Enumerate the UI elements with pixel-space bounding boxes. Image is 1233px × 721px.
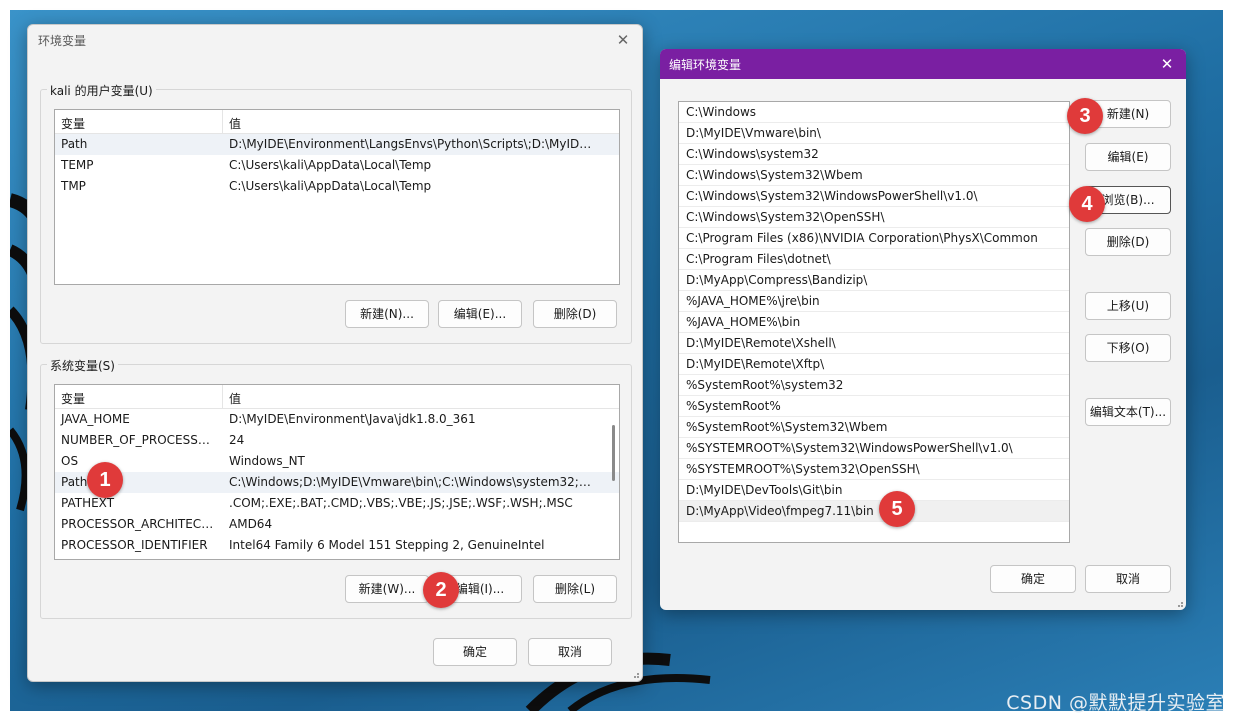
list-item[interactable]: %JAVA_HOME%\jre\bin: [679, 291, 1069, 312]
path-edit-text-button[interactable]: 编辑文本(T)...: [1085, 398, 1171, 426]
step-badge-5: 5: [879, 491, 915, 527]
row-value: Intel64 Family 6 Model 151 Stepping 2, G…: [229, 538, 545, 552]
list-item[interactable]: %SystemRoot%: [679, 396, 1069, 417]
row-value: D:\MyIDE\Environment\LangsEnvs\Python\Sc…: [229, 137, 601, 151]
user-delete-button[interactable]: 删除(D): [533, 300, 617, 328]
row-name: PROCESSOR_ARCHITECT...: [61, 517, 219, 531]
edit-env-variable-dialog: 编辑环境变量 ✕ C:\Windows D:\MyIDE\Vmware\bin\…: [660, 49, 1186, 610]
row-name: OS: [61, 454, 79, 468]
scrollbar-thumb[interactable]: [612, 425, 615, 481]
user-new-button[interactable]: 新建(N)...: [345, 300, 429, 328]
env-dialog-title: 环境变量: [38, 34, 87, 48]
row-value: C:\Users\kali\AppData\Local\Temp: [229, 158, 432, 172]
row-name: Path: [61, 137, 88, 151]
list-item[interactable]: D:\MyIDE\Vmware\bin\: [679, 123, 1069, 144]
edit-dialog-titlebar: 编辑环境变量 ✕: [660, 49, 1186, 79]
user-variables-list[interactable]: 变量 值 Path D:\MyIDE\Environment\LangsEnvs…: [54, 109, 620, 285]
close-icon[interactable]: ✕: [1156, 53, 1178, 75]
list-item[interactable]: D:\MyIDE\Remote\Xshell\: [679, 333, 1069, 354]
row-name: NUMBER_OF_PROCESSORS: [61, 433, 223, 447]
table-row[interactable]: PATHEXT .COM;.EXE;.BAT;.CMD;.VBS;.VBE;.J…: [55, 493, 619, 514]
list-item[interactable]: C:\Windows\System32\Wbem: [679, 165, 1069, 186]
table-row[interactable]: NUMBER_OF_PROCESSORS 24: [55, 430, 619, 451]
edit-cancel-button[interactable]: 取消: [1085, 565, 1171, 593]
list-item[interactable]: C:\Windows\system32: [679, 144, 1069, 165]
system-delete-button[interactable]: 删除(L): [533, 575, 617, 603]
resize-grip[interactable]: [629, 668, 639, 678]
list-item[interactable]: %SYSTEMROOT%\System32\OpenSSH\: [679, 459, 1069, 480]
path-edit-button[interactable]: 编辑(E): [1085, 143, 1171, 171]
row-value: C:\Users\kali\AppData\Local\Temp: [229, 179, 432, 193]
resize-grip[interactable]: [1173, 597, 1183, 607]
list-item[interactable]: D:\MyIDE\Remote\Xftp\: [679, 354, 1069, 375]
column-header-value[interactable]: 值: [223, 385, 247, 408]
list-item[interactable]: C:\Program Files (x86)\NVIDIA Corporatio…: [679, 228, 1069, 249]
table-row[interactable]: Path D:\MyIDE\Environment\LangsEnvs\Pyth…: [55, 134, 619, 155]
list-item[interactable]: D:\MyApp\Compress\Bandizip\: [679, 270, 1069, 291]
list-item[interactable]: D:\MyIDE\DevTools\Git\bin: [679, 480, 1069, 501]
table-row[interactable]: TMP C:\Users\kali\AppData\Local\Temp: [55, 176, 619, 197]
list-item[interactable]: %JAVA_HOME%\bin: [679, 312, 1069, 333]
list-item[interactable]: %SystemRoot%\System32\Wbem: [679, 417, 1069, 438]
edit-dialog-title: 编辑环境变量: [669, 58, 742, 72]
row-name: PATHEXT: [61, 496, 115, 510]
edit-ok-button[interactable]: 确定: [990, 565, 1076, 593]
env-ok-button[interactable]: 确定: [433, 638, 517, 666]
table-row[interactable]: OS Windows_NT: [55, 451, 619, 472]
path-move-down-button[interactable]: 下移(O): [1085, 334, 1171, 362]
step-badge-4: 4: [1069, 186, 1105, 222]
user-variables-group: kali 的用户变量(U) 变量 值 Path D:\MyIDE\Environ…: [40, 82, 632, 344]
row-value: Windows_NT: [229, 454, 305, 468]
path-move-up-button[interactable]: 上移(U): [1085, 292, 1171, 320]
row-name: PROCESSOR_IDENTIFIER: [61, 538, 208, 552]
system-variables-title: 系统变量(S): [47, 357, 118, 374]
system-list-scrollbar[interactable]: [611, 411, 617, 559]
table-row[interactable]: TEMP C:\Users\kali\AppData\Local\Temp: [55, 155, 619, 176]
system-list-header: 变量 值: [55, 385, 619, 409]
list-item[interactable]: %SYSTEMROOT%\System32\WindowsPowerShell\…: [679, 438, 1069, 459]
system-new-button[interactable]: 新建(W)...: [345, 575, 429, 603]
table-row[interactable]: PROCESSOR_ARCHITECT... AMD64: [55, 514, 619, 535]
user-list-header: 变量 值: [55, 110, 619, 134]
user-edit-button[interactable]: 编辑(E)...: [438, 300, 522, 328]
table-row[interactable]: Path C:\Windows;D:\MyIDE\Vmware\bin\;C:\…: [55, 472, 619, 493]
list-item[interactable]: %SystemRoot%\system32: [679, 375, 1069, 396]
env-cancel-button[interactable]: 取消: [528, 638, 612, 666]
row-value: 24: [229, 433, 245, 447]
row-value: AMD64: [229, 517, 273, 531]
path-delete-button[interactable]: 删除(D): [1085, 228, 1171, 256]
env-dialog-titlebar: 环境变量 ✕: [28, 25, 642, 55]
list-item[interactable]: D:\MyApp\Video\fmpeg7.11\bin: [679, 501, 1069, 522]
list-item[interactable]: C:\Program Files\dotnet\: [679, 249, 1069, 270]
row-name: TMP: [61, 179, 86, 193]
list-item[interactable]: C:\Windows\System32\OpenSSH\: [679, 207, 1069, 228]
list-item[interactable]: C:\Windows: [679, 102, 1069, 123]
row-name: JAVA_HOME: [61, 412, 130, 426]
step-badge-2: 2: [423, 572, 459, 608]
step-badge-3: 3: [1067, 98, 1103, 134]
env-variables-dialog: 环境变量 ✕ kali 的用户变量(U) 变量 值 Path D:\MyIDE\…: [27, 24, 643, 682]
table-row[interactable]: JAVA_HOME D:\MyIDE\Environment\Java\jdk1…: [55, 409, 619, 430]
watermark: CSDN @默默提升实验室: [1006, 692, 1225, 714]
path-entries-list[interactable]: C:\Windows D:\MyIDE\Vmware\bin\ C:\Windo…: [678, 101, 1070, 543]
table-row[interactable]: PROCESSOR_IDENTIFIER Intel64 Family 6 Mo…: [55, 535, 619, 556]
row-name: TEMP: [61, 158, 94, 172]
row-value: D:\MyIDE\Environment\Java\jdk1.8.0_361: [229, 412, 476, 426]
system-variables-list[interactable]: 变量 值 JAVA_HOME D:\MyIDE\Environment\Java…: [54, 384, 620, 560]
row-value: C:\Windows;D:\MyIDE\Vmware\bin\;C:\Windo…: [229, 475, 601, 489]
column-header-variable[interactable]: 变量: [55, 110, 223, 133]
step-badge-1: 1: [87, 462, 123, 498]
user-variables-title: kali 的用户变量(U): [47, 82, 156, 99]
column-header-value[interactable]: 值: [223, 110, 247, 133]
column-header-variable[interactable]: 变量: [55, 385, 223, 408]
row-name: Path: [61, 475, 88, 489]
list-item[interactable]: C:\Windows\System32\WindowsPowerShell\v1…: [679, 186, 1069, 207]
system-variables-group: 系统变量(S) 变量 值 JAVA_HOME D:\MyIDE\Environm…: [40, 357, 632, 619]
row-value: .COM;.EXE;.BAT;.CMD;.VBS;.VBE;.JS;.JSE;.…: [229, 496, 573, 510]
close-icon[interactable]: ✕: [612, 29, 634, 51]
